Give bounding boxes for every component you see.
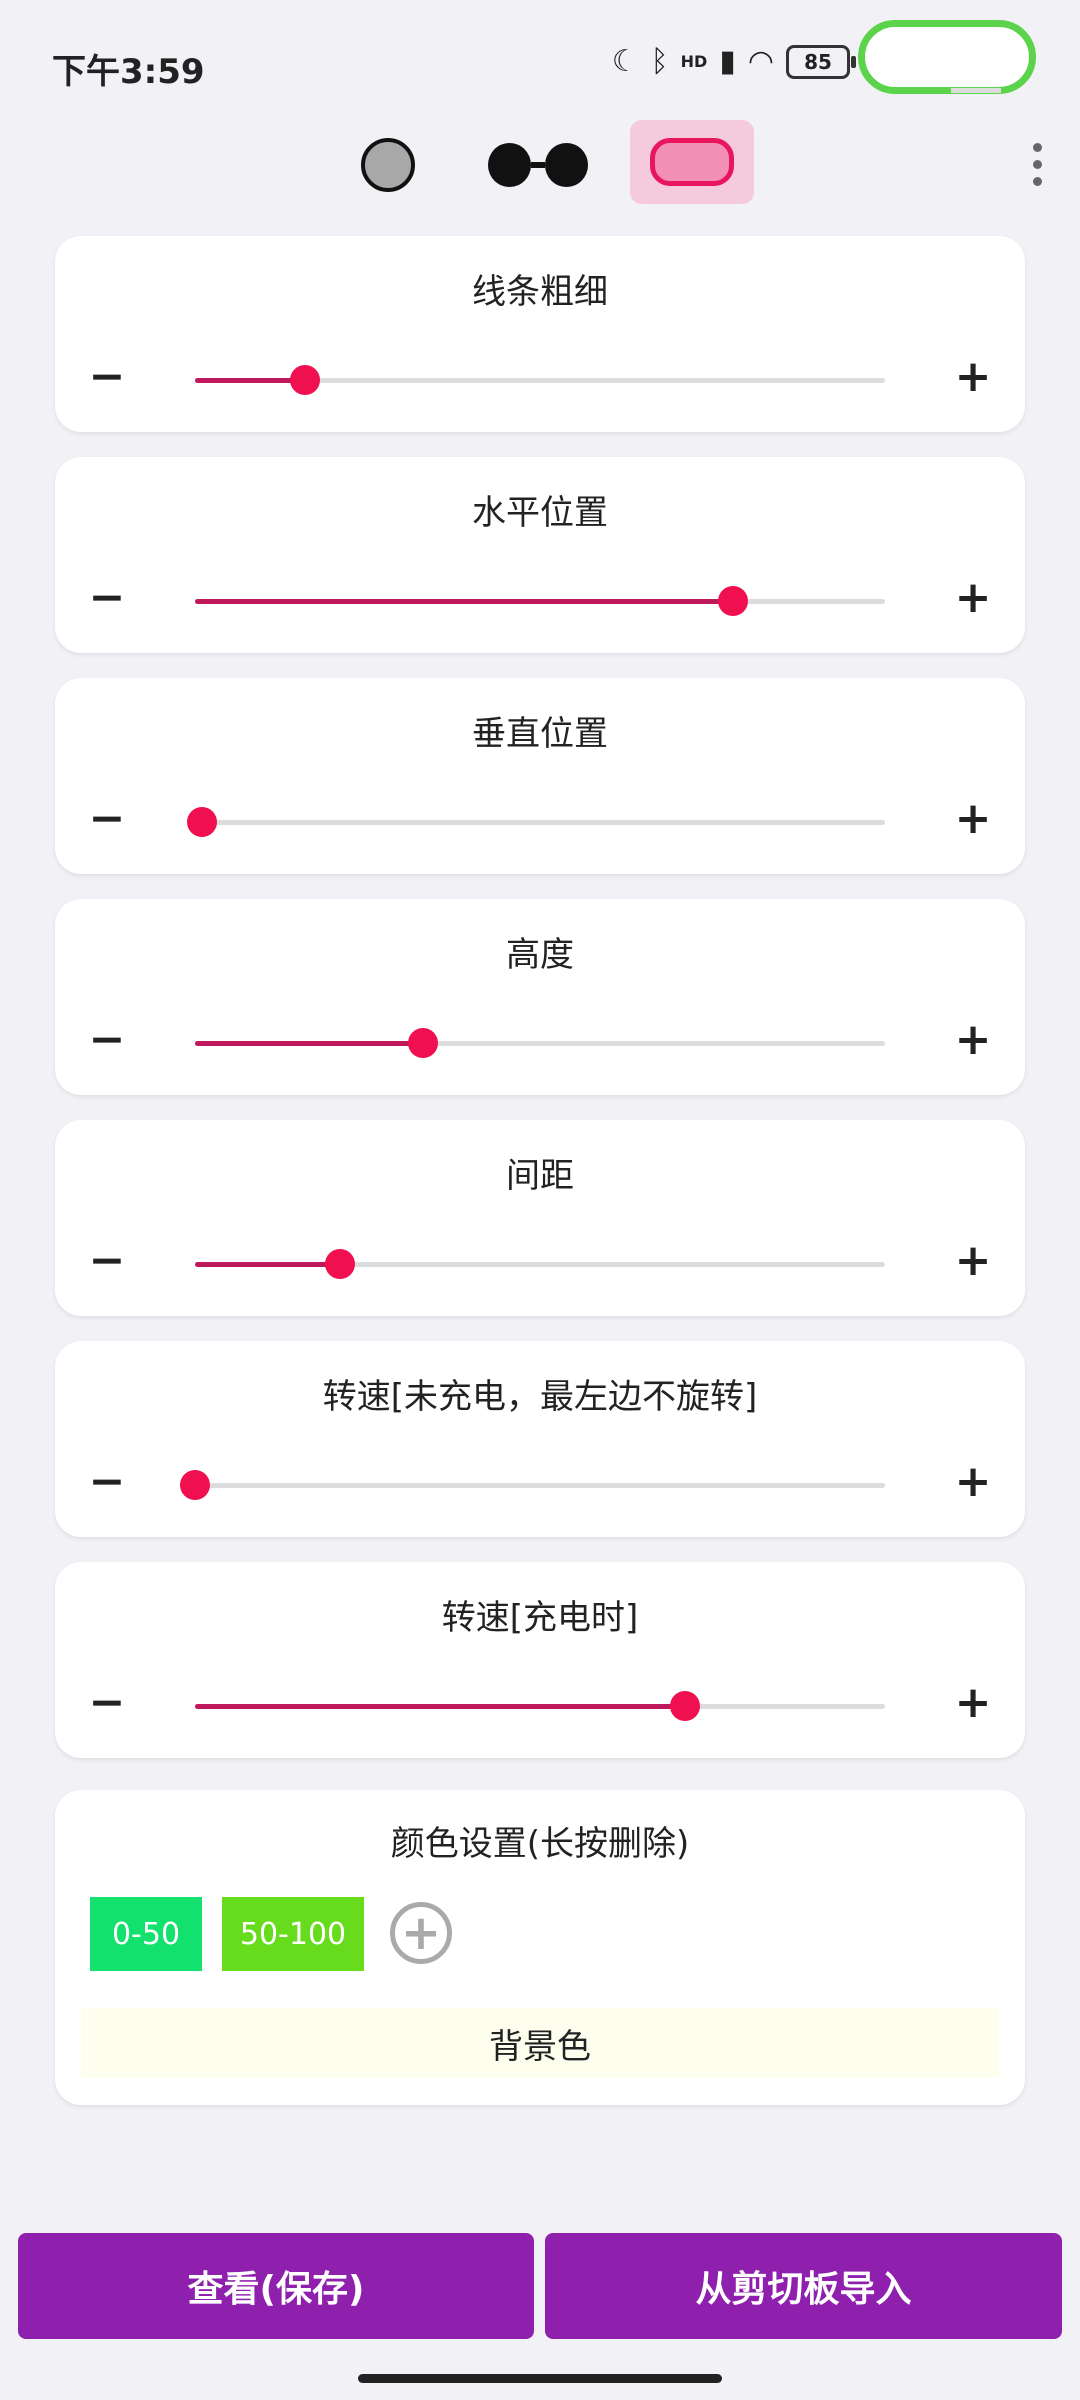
slider-card-spacing: 间距 − + bbox=[55, 1120, 1025, 1316]
slider-title: 间距 bbox=[506, 1156, 574, 1196]
increase-button[interactable]: + bbox=[943, 567, 1003, 627]
style-glasses-button[interactable] bbox=[488, 134, 588, 196]
slider-thumb[interactable] bbox=[180, 1470, 210, 1500]
overflow-menu-button[interactable] bbox=[1022, 134, 1052, 194]
slider-title: 垂直位置 bbox=[472, 714, 608, 754]
moon-icon: ☾ bbox=[611, 44, 639, 79]
slider-title: 转速[未充电，最左边不旋转] bbox=[322, 1377, 758, 1417]
slider-track[interactable] bbox=[195, 1691, 885, 1721]
color-settings-title: 颜色设置(长按删除) bbox=[390, 1824, 690, 1864]
slider-track[interactable] bbox=[195, 365, 885, 395]
slider-card-speed-not-charging: 转速[未充电，最左边不旋转] − + bbox=[55, 1341, 1025, 1537]
increase-button[interactable]: + bbox=[943, 1672, 1003, 1732]
slider-thumb[interactable] bbox=[407, 1028, 438, 1058]
hd-badge: HD bbox=[680, 52, 708, 71]
slider-title: 线条粗细 bbox=[472, 272, 608, 312]
slider-track[interactable] bbox=[195, 1028, 885, 1058]
slider-title: 水平位置 bbox=[472, 493, 608, 533]
slider-track[interactable] bbox=[195, 586, 885, 616]
increase-button[interactable]: + bbox=[943, 1009, 1003, 1069]
color-settings-card: 颜色设置(长按删除) 0-50 50-100 + 背景色 bbox=[55, 1790, 1025, 2105]
style-bar bbox=[0, 120, 1080, 210]
glasses-left-lens-icon bbox=[488, 143, 532, 187]
view-save-button[interactable]: 查看(保存) bbox=[18, 2233, 534, 2339]
slider-track[interactable] bbox=[180, 1470, 885, 1500]
slider-card-speed-charging: 转速[充电时] − + bbox=[55, 1562, 1025, 1758]
slider-thumb[interactable] bbox=[186, 807, 217, 837]
status-icons: ☾ ᛒ HD ▮ ◠ 85 bbox=[611, 44, 856, 79]
status-bar: 下午3:59 ☾ ᛒ HD ▮ ◠ 85 bbox=[0, 0, 1080, 120]
increase-button[interactable]: + bbox=[943, 788, 1003, 848]
slider-fill bbox=[195, 599, 734, 604]
slider-thumb[interactable] bbox=[290, 365, 321, 395]
decrease-button[interactable]: − bbox=[77, 1451, 137, 1511]
slider-track[interactable] bbox=[195, 1249, 885, 1279]
capsule-preview-indicator bbox=[858, 20, 1036, 94]
slider-card-vertical-position: 垂直位置 − + bbox=[55, 678, 1025, 874]
bluetooth-icon: ᛒ bbox=[650, 44, 669, 79]
slider-thumb[interactable] bbox=[718, 586, 749, 616]
increase-button[interactable]: + bbox=[943, 1230, 1003, 1290]
decrease-button[interactable]: − bbox=[77, 1009, 137, 1069]
increase-button[interactable]: + bbox=[943, 1451, 1003, 1511]
slider-card-line-width: 线条粗细 − + bbox=[55, 236, 1025, 432]
background-color-button[interactable]: 背景色 bbox=[81, 2008, 999, 2078]
slider-fill bbox=[195, 1704, 685, 1709]
slider-card-height: 高度 − + bbox=[55, 899, 1025, 1095]
slider-fill bbox=[195, 1041, 423, 1046]
style-capsule-button[interactable] bbox=[630, 120, 754, 204]
circle-style-icon bbox=[361, 138, 415, 192]
battery-level: 85 bbox=[804, 49, 832, 74]
slider-title: 转速[充电时] bbox=[441, 1598, 639, 1638]
home-indicator[interactable] bbox=[358, 2374, 722, 2383]
glasses-bridge-icon bbox=[531, 162, 545, 168]
menu-dot-icon bbox=[1032, 159, 1042, 169]
slider-track[interactable] bbox=[186, 807, 885, 837]
slider-card-horizontal-position: 水平位置 − + bbox=[55, 457, 1025, 653]
color-chip-0-50[interactable]: 0-50 bbox=[90, 1897, 202, 1971]
slider-title: 高度 bbox=[506, 935, 574, 975]
plus-circle-icon: + bbox=[400, 1905, 442, 1961]
signal-icon: ▮ bbox=[719, 44, 736, 79]
slider-thumb[interactable] bbox=[669, 1691, 700, 1721]
style-circle-button[interactable] bbox=[357, 134, 419, 196]
menu-dot-icon bbox=[1032, 176, 1042, 186]
increase-button[interactable]: + bbox=[943, 346, 1003, 406]
decrease-button[interactable]: − bbox=[77, 1230, 137, 1290]
status-time: 下午3:59 bbox=[52, 52, 205, 92]
import-from-clipboard-button[interactable]: 从剪切板导入 bbox=[545, 2233, 1062, 2339]
menu-dot-icon bbox=[1032, 142, 1042, 152]
add-color-button[interactable]: + bbox=[390, 1902, 452, 1964]
battery-icon: 85 bbox=[786, 44, 856, 79]
slider-fill bbox=[195, 1262, 340, 1267]
decrease-button[interactable]: − bbox=[77, 1672, 137, 1732]
decrease-button[interactable]: − bbox=[77, 567, 137, 627]
slider-thumb[interactable] bbox=[324, 1249, 355, 1279]
color-chip-50-100[interactable]: 50-100 bbox=[222, 1897, 364, 1971]
capsule-style-icon bbox=[650, 138, 734, 186]
decrease-button[interactable]: − bbox=[77, 346, 137, 406]
glasses-right-lens-icon bbox=[544, 143, 588, 187]
wifi-icon: ◠ bbox=[747, 44, 774, 79]
slider-fill bbox=[195, 378, 306, 383]
decrease-button[interactable]: − bbox=[77, 788, 137, 848]
